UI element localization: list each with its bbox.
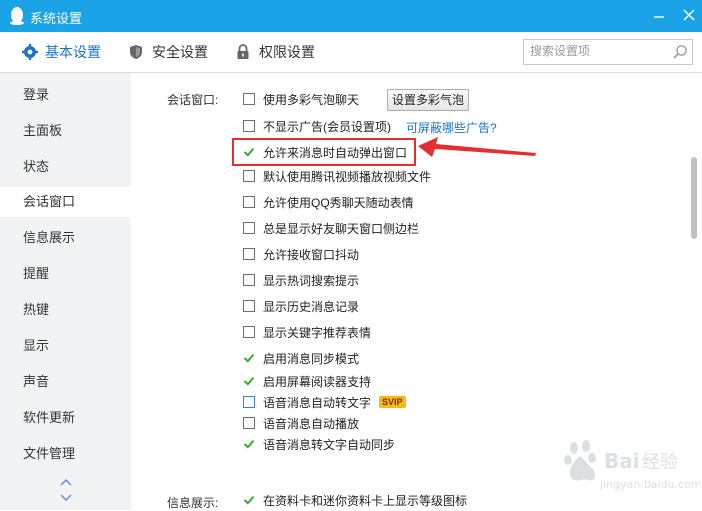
check-icon bbox=[243, 495, 255, 505]
red-arrow-icon bbox=[418, 137, 536, 157]
checkbox[interactable] bbox=[243, 222, 255, 234]
checkbox[interactable] bbox=[243, 274, 255, 286]
check-icon bbox=[243, 439, 255, 449]
tab-basic-settings-label: 基本设置 bbox=[45, 44, 101, 60]
search-input[interactable] bbox=[530, 42, 668, 60]
option-label: 在资料卡和迷你资料卡上显示等级图标 bbox=[263, 494, 468, 508]
option-label: 允许使用QQ秀聊天随动表情 bbox=[263, 196, 414, 210]
sidebar-item-reminder[interactable]: 提醒 bbox=[0, 259, 131, 289]
minimize-button[interactable] bbox=[648, 4, 670, 26]
close-icon bbox=[683, 9, 695, 21]
option-label: 语音消息转文字自动同步 bbox=[263, 438, 396, 452]
checkbox-checked[interactable] bbox=[243, 352, 255, 364]
sidebar-item-session-window[interactable]: 会话窗口 bbox=[0, 187, 131, 217]
option-label: 默认使用腾讯视频播放视频文件 bbox=[263, 170, 432, 184]
chevron-down-icon[interactable] bbox=[58, 493, 74, 503]
minimize-icon bbox=[654, 16, 664, 18]
checkbox[interactable] bbox=[243, 248, 255, 260]
sidebar-item-sound[interactable]: 声音 bbox=[0, 367, 131, 397]
check-icon bbox=[243, 376, 255, 386]
tab-permission-settings[interactable]: 权限设置 bbox=[235, 32, 325, 72]
checkbox-checked[interactable] bbox=[243, 438, 255, 450]
checkbox[interactable] bbox=[243, 170, 255, 182]
sidebar-item-software-update[interactable]: 软件更新 bbox=[0, 403, 131, 433]
sidebar-item-display[interactable]: 显示 bbox=[0, 331, 131, 361]
option-label: 允许接收窗口抖动 bbox=[263, 248, 360, 262]
tab-security-settings-label: 安全设置 bbox=[152, 44, 208, 60]
baidu-watermark-logo: Bai 经验 jingyan.baidu.com bbox=[564, 440, 700, 491]
option-label: 显示热词搜索提示 bbox=[263, 274, 360, 288]
sidebar-item-status[interactable]: 状态 bbox=[0, 152, 131, 182]
checkbox[interactable] bbox=[243, 300, 255, 312]
sidebar-item-file-management[interactable]: 文件管理 bbox=[0, 439, 131, 469]
search-box[interactable] bbox=[523, 39, 693, 65]
tab-permission-settings-label: 权限设置 bbox=[259, 44, 315, 60]
chevron-up-icon[interactable] bbox=[58, 477, 74, 487]
option-label: 使用多彩气泡聊天 bbox=[263, 93, 360, 107]
checkbox-checked[interactable] bbox=[243, 375, 255, 387]
option-label: 语音消息自动转文字 bbox=[263, 396, 372, 410]
option-label: 启用屏幕阅读器支持 bbox=[263, 375, 372, 389]
svg-text:经验: 经验 bbox=[642, 452, 678, 473]
checkbox[interactable] bbox=[243, 93, 255, 105]
window-title: 系统设置 bbox=[30, 11, 83, 26]
svg-text:jingyan.baidu.com: jingyan.baidu.com bbox=[599, 478, 700, 491]
option-label: 显示关键字推荐表情 bbox=[263, 326, 372, 340]
option-label: 显示历史消息记录 bbox=[263, 300, 360, 314]
scrollbar-thumb[interactable] bbox=[691, 157, 697, 239]
sidebar-item-login[interactable]: 登录 bbox=[0, 80, 131, 110]
option-label: 语音消息自动播放 bbox=[263, 417, 360, 431]
search-icon[interactable] bbox=[672, 44, 688, 60]
tab-security-settings[interactable]: 安全设置 bbox=[128, 32, 218, 72]
sidebar: 登录 主面板 状态 会话窗口 信息展示 提醒 热键 显示 声音 软件更新 文件管… bbox=[0, 73, 131, 510]
title-bar: 系统设置 bbox=[0, 0, 702, 32]
close-button[interactable] bbox=[678, 4, 700, 26]
gear-icon bbox=[22, 44, 38, 60]
sidebar-item-info-display[interactable]: 信息展示 bbox=[0, 223, 131, 253]
check-icon bbox=[243, 353, 255, 363]
checkbox[interactable] bbox=[243, 120, 255, 132]
checkbox[interactable] bbox=[243, 396, 255, 408]
checkbox[interactable] bbox=[243, 326, 255, 338]
svg-text:Bai: Bai bbox=[604, 449, 640, 473]
checkbox-checked[interactable] bbox=[243, 494, 255, 506]
checkbox[interactable] bbox=[243, 196, 255, 208]
svip-badge: SVIP bbox=[379, 396, 406, 408]
lock-icon bbox=[237, 44, 249, 59]
highlight-box bbox=[232, 138, 416, 166]
sidebar-item-hotkey[interactable]: 热键 bbox=[0, 295, 131, 325]
option-label: 不显示广告(会员设置项) bbox=[263, 120, 391, 134]
session-window-section-label: 会话窗口: bbox=[167, 93, 219, 107]
set-colorful-bubble-button[interactable]: 设置多彩气泡 bbox=[387, 89, 469, 111]
option-label: 总是显示好友聊天窗口侧边栏 bbox=[263, 222, 420, 236]
checkbox[interactable] bbox=[243, 417, 255, 429]
option-label: 启用消息同步模式 bbox=[263, 352, 360, 366]
sidebar-item-main-panel[interactable]: 主面板 bbox=[0, 116, 131, 146]
info-display-section-label: 信息展示: bbox=[167, 496, 219, 510]
tab-basic-settings[interactable]: 基本设置 bbox=[20, 32, 110, 72]
shield-icon bbox=[130, 45, 142, 59]
qq-penguin-icon bbox=[10, 7, 24, 25]
